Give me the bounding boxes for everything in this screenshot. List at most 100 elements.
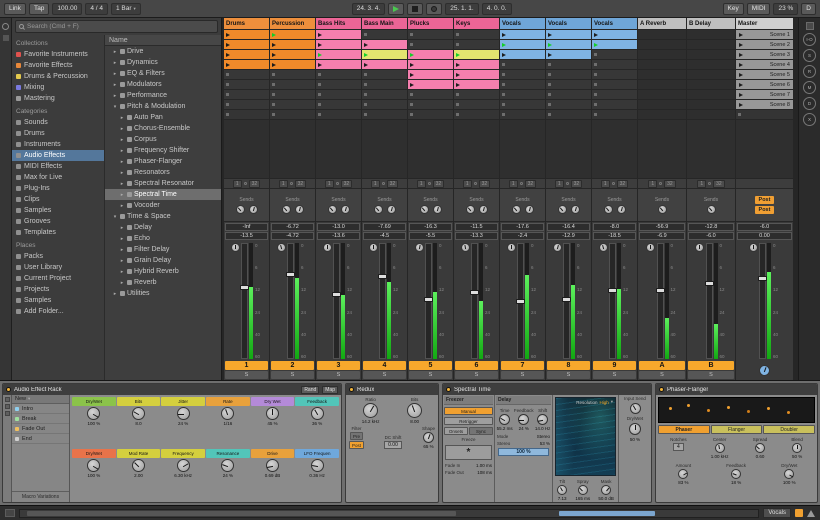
mask-knob[interactable] [601, 485, 611, 495]
empty-clip-slot[interactable] [454, 40, 499, 49]
sidebar-item-drums-percussion[interactable]: Drums & Percussion [12, 71, 104, 82]
clip-play-icon[interactable] [364, 43, 368, 47]
mixer-toggle-s[interactable]: S [803, 49, 816, 62]
send-a-post-toggle[interactable]: Post [755, 196, 775, 204]
clip-play-icon[interactable] [548, 33, 552, 37]
empty-clip-slot[interactable] [500, 70, 545, 79]
search-bar[interactable] [15, 20, 218, 33]
empty-clip-slot[interactable] [316, 80, 361, 89]
clip-play-icon[interactable] [226, 43, 230, 47]
param-value-box[interactable]: 4 [673, 443, 684, 451]
empty-clip-slot[interactable] [454, 30, 499, 39]
solo-button[interactable]: S [688, 371, 734, 379]
expand-arrow-icon[interactable]: ▸ [119, 115, 125, 121]
clip-play-icon[interactable] [364, 53, 368, 57]
mixer-toggle-r[interactable]: R [803, 65, 816, 78]
empty-clip-slot[interactable] [592, 50, 637, 59]
expand-arrow-icon[interactable]: ▸ [119, 137, 125, 143]
clip-play-icon[interactable] [410, 53, 414, 57]
volume-fader[interactable] [333, 243, 340, 359]
clip-slot[interactable] [454, 70, 499, 79]
track-number-button[interactable]: 9 [593, 361, 636, 370]
loop-start-field[interactable]: 25. 1. 1. [445, 3, 479, 15]
clip-slot[interactable] [408, 50, 453, 59]
loop-length-field[interactable]: 4. 0. 0. [482, 3, 512, 15]
scene-slot[interactable]: Scene 2 [736, 40, 793, 49]
expand-arrow-icon[interactable]: ▸ [119, 148, 125, 154]
empty-clip-slot[interactable] [270, 80, 315, 89]
tree-item-chorus-ensemble[interactable]: ▸Chorus-Ensemble [105, 123, 221, 134]
expand-arrow-icon[interactable]: ▾ [112, 214, 118, 220]
tempo-field[interactable]: 100.00 [52, 3, 82, 15]
send-a-knob[interactable] [512, 205, 521, 214]
rack-map-button[interactable]: Map [322, 386, 338, 394]
solo-button[interactable]: S [455, 371, 498, 379]
empty-clip-slot[interactable] [224, 80, 269, 89]
track-header[interactable]: B Delay [687, 18, 735, 29]
clip-stop-icon[interactable] [594, 53, 597, 56]
track-header[interactable]: Percussion [270, 18, 315, 29]
tree-item-hybrid-reverb[interactable]: ▸Hybrid Reverb [105, 266, 221, 277]
clip-slot[interactable] [316, 50, 361, 59]
device-power-icon[interactable] [349, 387, 354, 392]
empty-clip-slot[interactable] [546, 100, 591, 109]
volume-fader[interactable] [563, 243, 570, 359]
tree-item-pitch-modulation[interactable]: ▾Pitch & Modulation [105, 101, 221, 112]
send-a-knob[interactable] [420, 205, 429, 214]
clip-slot[interactable] [224, 40, 269, 49]
fader-handle[interactable] [378, 274, 387, 279]
track-number-button[interactable]: B [688, 361, 734, 370]
io-value[interactable]: 1 [555, 180, 564, 188]
clip-stop-icon[interactable] [318, 83, 321, 86]
volume-fader[interactable] [706, 243, 713, 359]
rack-chain-toggle-icon[interactable] [5, 404, 10, 409]
io-value[interactable]: 32 [249, 180, 261, 188]
clip-slot[interactable] [408, 60, 453, 69]
clip-play-icon[interactable] [594, 43, 598, 47]
clip-play-icon[interactable] [226, 53, 230, 57]
macro-knob[interactable] [132, 459, 145, 472]
clip-stop-icon[interactable] [364, 93, 367, 96]
macro-knob[interactable] [311, 407, 324, 420]
clip-play-icon[interactable] [318, 53, 322, 57]
clip-play-icon[interactable] [456, 83, 460, 87]
clip-slot[interactable] [454, 80, 499, 89]
notification-icon[interactable] [807, 510, 815, 517]
send-b-post-toggle[interactable]: Post [755, 206, 775, 214]
send-b-knob[interactable] [249, 205, 258, 214]
amount-knob[interactable] [678, 469, 688, 479]
solo-button[interactable]: S [639, 371, 685, 379]
track-number-button[interactable]: 6 [455, 361, 498, 370]
volume-value[interactable]: -13.3 [455, 232, 498, 240]
pan-knob[interactable] [369, 243, 378, 252]
io-value[interactable]: 32 [479, 180, 491, 188]
dry-wet-knob[interactable] [629, 423, 641, 435]
scene-slot[interactable]: Scene 3 [736, 50, 793, 59]
device-title-bar[interactable]: Redux [346, 384, 438, 395]
volume-value[interactable]: -4.72 [271, 232, 314, 240]
track-header[interactable]: Vocals [500, 18, 545, 29]
volume-fader[interactable] [287, 243, 294, 359]
mode-value[interactable]: Stereo [537, 434, 550, 439]
io-value[interactable]: 1 [279, 180, 288, 188]
rack-view-toggles[interactable] [3, 395, 12, 502]
tree-item-resonators[interactable]: ▸Resonators [105, 167, 221, 178]
sidebar-item-clips[interactable]: Clips [12, 194, 104, 205]
sidebar-item-instruments[interactable]: Instruments [12, 139, 104, 150]
tilt-knob[interactable] [557, 485, 567, 495]
clip-stop-icon[interactable] [548, 103, 551, 106]
fader-handle[interactable] [705, 281, 714, 286]
clip-slot[interactable] [362, 40, 407, 49]
tree-item-time-space[interactable]: ▾Time & Space [105, 211, 221, 222]
scene-play-icon[interactable] [739, 83, 743, 87]
empty-clip-slot[interactable] [224, 90, 269, 99]
track-header[interactable]: Master [736, 18, 793, 29]
clip-play-icon[interactable] [410, 83, 414, 87]
tab-doubler[interactable]: Doubler [763, 425, 815, 434]
send-b-knob[interactable] [295, 205, 304, 214]
track-number-button[interactable]: 4 [363, 361, 406, 370]
clip-stop-icon[interactable] [548, 63, 551, 66]
empty-clip-slot[interactable] [362, 70, 407, 79]
tab-phaser[interactable]: Phaser [658, 425, 710, 434]
pan-knob[interactable] [749, 243, 758, 252]
